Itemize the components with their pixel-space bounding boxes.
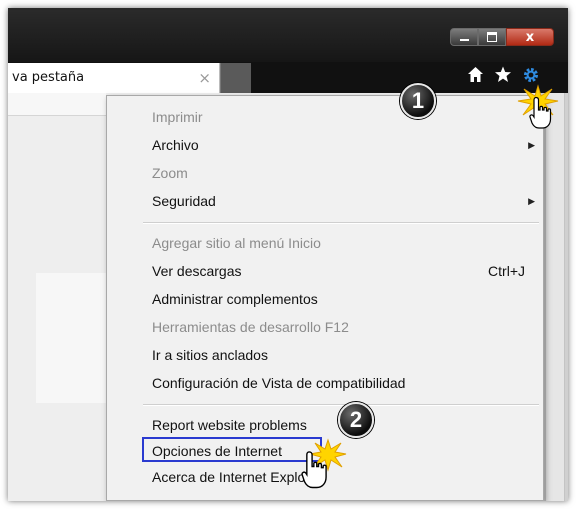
hand-cursor-icon xyxy=(301,451,327,489)
menu-item-label: Report website problems xyxy=(152,417,307,433)
menu-item-label: Acerca de Internet Explorer xyxy=(152,469,323,485)
star-icon[interactable] xyxy=(494,66,512,89)
menu-item-vista-compatibilidad[interactable]: Configuración de Vista de compatibilidad xyxy=(107,370,543,396)
minimize-button[interactable] xyxy=(450,28,478,46)
submenu-arrow-icon: ▶ xyxy=(528,196,535,206)
step-1-badge: 1 xyxy=(400,83,436,119)
menu-item-seguridad[interactable]: Seguridad ▶ xyxy=(107,188,543,214)
scrollbar-track[interactable] xyxy=(545,93,565,501)
title-bar: x xyxy=(8,8,568,62)
menu-item-agregar-sitio[interactable]: Agregar sitio al menú Inicio xyxy=(107,230,543,256)
step-number: 1 xyxy=(411,88,425,113)
menu-item-archivo[interactable]: Archivo ▶ xyxy=(107,132,543,158)
menu-item-label: Seguridad xyxy=(152,193,216,209)
menu-item-label: Configuración de Vista de compatibilidad xyxy=(152,375,406,391)
hand-cursor-icon xyxy=(529,96,552,129)
menu-item-label: Agregar sitio al menú Inicio xyxy=(152,235,321,251)
maximize-icon xyxy=(487,32,497,42)
page-panel xyxy=(36,273,111,403)
tab-title: va pestaña xyxy=(12,70,85,85)
menu-item-label: Herramientas de desarrollo F12 xyxy=(152,319,349,335)
new-tab-button[interactable] xyxy=(220,63,251,93)
close-button[interactable]: x xyxy=(506,28,554,46)
maximize-button[interactable] xyxy=(478,28,506,46)
menu-item-sitios-anclados[interactable]: Ir a sitios anclados xyxy=(107,342,543,368)
menu-item-label: Archivo xyxy=(152,137,199,153)
menu-item-report-problems[interactable]: Report website problems xyxy=(107,412,543,438)
tab-close-icon[interactable]: × xyxy=(198,63,211,93)
menu-item-shortcut: Ctrl+J xyxy=(488,263,525,279)
home-icon[interactable] xyxy=(467,66,484,89)
step-2-badge: 2 xyxy=(338,402,374,438)
menu-item-label: Imprimir xyxy=(152,109,203,125)
menu-item-herramientas-f12[interactable]: Herramientas de desarrollo F12 xyxy=(107,314,543,340)
menu-item-imprimir[interactable]: Imprimir xyxy=(107,104,543,130)
menu-item-ver-descargas[interactable]: Ver descargas Ctrl+J xyxy=(107,258,543,284)
browser-tab[interactable]: va pestaña × xyxy=(8,63,220,93)
menu-item-administrar-complementos[interactable]: Administrar complementos xyxy=(107,286,543,312)
menu-item-label: Administrar complementos xyxy=(152,291,318,307)
minimize-icon xyxy=(459,39,469,41)
menu-separator xyxy=(143,222,539,224)
submenu-arrow-icon: ▶ xyxy=(528,140,535,150)
menu-separator xyxy=(143,404,539,406)
menu-item-label: Ver descargas xyxy=(152,263,242,279)
browser-window: x va pestaña × Imprimir Archivo ▶ Zoom S… xyxy=(8,8,568,501)
close-icon: x xyxy=(525,29,535,45)
menu-item-label: Zoom xyxy=(152,165,188,181)
address-bar[interactable] xyxy=(8,93,106,116)
menu-item-zoom[interactable]: Zoom xyxy=(107,160,543,186)
highlight-box xyxy=(142,437,322,462)
menu-item-label: Ir a sitios anclados xyxy=(152,347,268,363)
step-number: 2 xyxy=(349,407,363,432)
window-controls: x xyxy=(450,28,554,46)
scrollbar[interactable] xyxy=(541,93,568,501)
